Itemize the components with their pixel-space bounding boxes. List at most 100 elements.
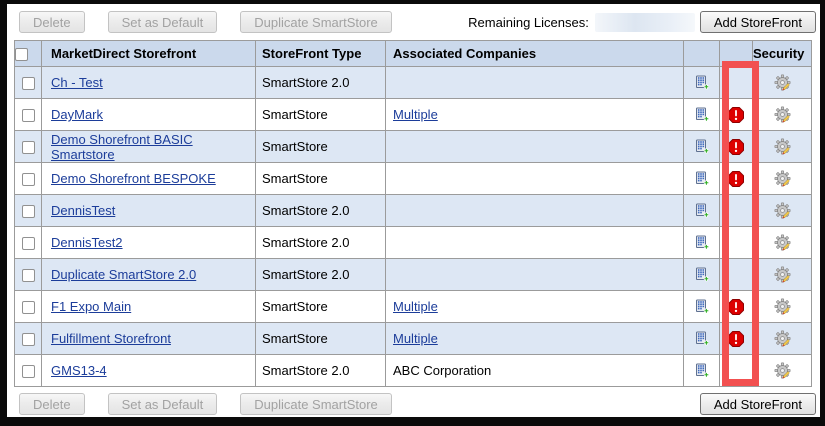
error-indicator-icon (728, 331, 744, 347)
security-edit-button[interactable] (774, 170, 791, 187)
row-checkbox[interactable] (22, 301, 35, 314)
add-company-button[interactable] (693, 202, 710, 219)
add-company-button[interactable] (693, 362, 710, 379)
row-checkbox[interactable] (22, 77, 35, 90)
storefront-link[interactable]: F1 Expo Main (51, 299, 131, 314)
add-company-icon (693, 138, 710, 155)
set-as-default-button[interactable]: Set as Default (108, 393, 218, 415)
table-row: Fulfillment Storefront SmartStore Multip… (15, 323, 812, 355)
table-header-row: MarketDirect Storefront StoreFront Type … (15, 41, 812, 67)
row-checkbox[interactable] (22, 269, 35, 282)
table-row: DennisTest2 SmartStore 2.0 (15, 227, 812, 259)
security-edit-button[interactable] (774, 202, 791, 219)
storefront-link[interactable]: DennisTest (51, 203, 115, 218)
add-company-button[interactable] (693, 234, 710, 251)
storefront-link[interactable]: GMS13-4 (51, 363, 107, 378)
add-company-button[interactable] (693, 170, 710, 187)
storefront-type: SmartStore 2.0 (256, 355, 386, 387)
add-company-button[interactable] (693, 330, 710, 347)
set-as-default-button[interactable]: Set as Default (108, 11, 218, 33)
security-edit-button[interactable] (774, 74, 791, 91)
delete-button[interactable]: Delete (19, 393, 85, 415)
table-row: Demo Shorefront BESPOKE SmartStore (15, 163, 812, 195)
security-edit-icon (774, 330, 791, 347)
security-edit-button[interactable] (774, 266, 791, 283)
row-checkbox[interactable] (22, 237, 35, 250)
error-indicator-icon (728, 107, 744, 123)
security-edit-icon (774, 74, 791, 91)
row-checkbox[interactable] (22, 205, 35, 218)
column-header-blank1 (684, 41, 720, 67)
add-company-button[interactable] (693, 298, 710, 315)
add-company-button[interactable] (693, 138, 710, 155)
storefront-link[interactable]: DayMark (51, 107, 103, 122)
storefront-type: SmartStore 2.0 (256, 259, 386, 291)
row-checkbox[interactable] (22, 333, 35, 346)
storefront-link[interactable]: Demo Shorefront BESPOKE (51, 171, 216, 186)
storefront-table: MarketDirect Storefront StoreFront Type … (14, 40, 812, 387)
storefront-type: SmartStore 2.0 (256, 67, 386, 99)
storefront-type: SmartStore (256, 99, 386, 131)
storefront-link[interactable]: Demo Shorefront BASIC Smartstore (51, 132, 193, 162)
add-company-icon (693, 106, 710, 123)
select-all-checkbox[interactable] (15, 48, 28, 61)
table-row: F1 Expo Main SmartStore Multiple (15, 291, 812, 323)
error-indicator-icon (728, 139, 744, 155)
table-row: Demo Shorefront BASIC Smartstore SmartSt… (15, 131, 812, 163)
storefront-type: SmartStore (256, 131, 386, 163)
duplicate-smartstore-button[interactable]: Duplicate SmartStore (240, 11, 392, 33)
remaining-licenses-label: Remaining Licenses: (468, 15, 589, 30)
security-edit-icon (774, 170, 791, 187)
associated-companies-link[interactable]: Multiple (393, 331, 438, 346)
security-edit-icon (774, 106, 791, 123)
error-indicator-icon (728, 299, 744, 315)
storefront-link[interactable]: DennisTest2 (51, 235, 123, 250)
row-checkbox[interactable] (22, 173, 35, 186)
security-edit-button[interactable] (774, 138, 791, 155)
storefront-link[interactable]: Ch - Test (51, 75, 103, 90)
security-edit-button[interactable] (774, 330, 791, 347)
add-company-button[interactable] (693, 266, 710, 283)
remaining-licenses-value (595, 13, 695, 32)
add-company-icon (693, 266, 710, 283)
storefront-type: SmartStore (256, 291, 386, 323)
row-checkbox[interactable] (22, 109, 35, 122)
row-checkbox[interactable] (22, 141, 35, 154)
security-edit-button[interactable] (774, 298, 791, 315)
add-company-icon (693, 298, 710, 315)
error-indicator-icon (728, 171, 744, 187)
security-edit-button[interactable] (774, 234, 791, 251)
duplicate-smartstore-button[interactable]: Duplicate SmartStore (240, 393, 392, 415)
column-header-companies: Associated Companies (386, 41, 684, 67)
add-company-icon (693, 234, 710, 251)
security-edit-button[interactable] (774, 106, 791, 123)
add-company-button[interactable] (693, 74, 710, 91)
security-edit-icon (774, 202, 791, 219)
security-edit-icon (774, 266, 791, 283)
table-row: Ch - Test SmartStore 2.0 (15, 67, 812, 99)
security-edit-button[interactable] (774, 362, 791, 379)
row-checkbox[interactable] (22, 365, 35, 378)
security-edit-icon (774, 138, 791, 155)
add-company-icon (693, 170, 710, 187)
storefront-type: SmartStore 2.0 (256, 195, 386, 227)
associated-companies-link[interactable]: Multiple (393, 299, 438, 314)
delete-button[interactable]: Delete (19, 11, 85, 33)
bottom-action-buttons: Delete Set as Default Duplicate SmartSto… (19, 393, 392, 415)
associated-companies-text: ABC Corporation (393, 363, 491, 378)
add-storefront-button[interactable]: Add StoreFront (700, 11, 816, 33)
storefront-link[interactable]: Duplicate SmartStore 2.0 (51, 267, 196, 282)
top-toolbar: Delete Set as Default Duplicate SmartSto… (19, 10, 816, 34)
column-header-storefront: MarketDirect Storefront (42, 41, 256, 67)
storefront-type: SmartStore 2.0 (256, 227, 386, 259)
add-company-button[interactable] (693, 106, 710, 123)
table-row: DayMark SmartStore Multiple (15, 99, 812, 131)
add-storefront-button[interactable]: Add StoreFront (700, 393, 816, 415)
column-header-type: StoreFront Type (256, 41, 386, 67)
table-row: Duplicate SmartStore 2.0 SmartStore 2.0 (15, 259, 812, 291)
column-header-blank2 (720, 41, 753, 67)
table-row: GMS13-4 SmartStore 2.0 ABC Corporation (15, 355, 812, 387)
storefront-type: SmartStore (256, 323, 386, 355)
associated-companies-link[interactable]: Multiple (393, 107, 438, 122)
storefront-link[interactable]: Fulfillment Storefront (51, 331, 171, 346)
